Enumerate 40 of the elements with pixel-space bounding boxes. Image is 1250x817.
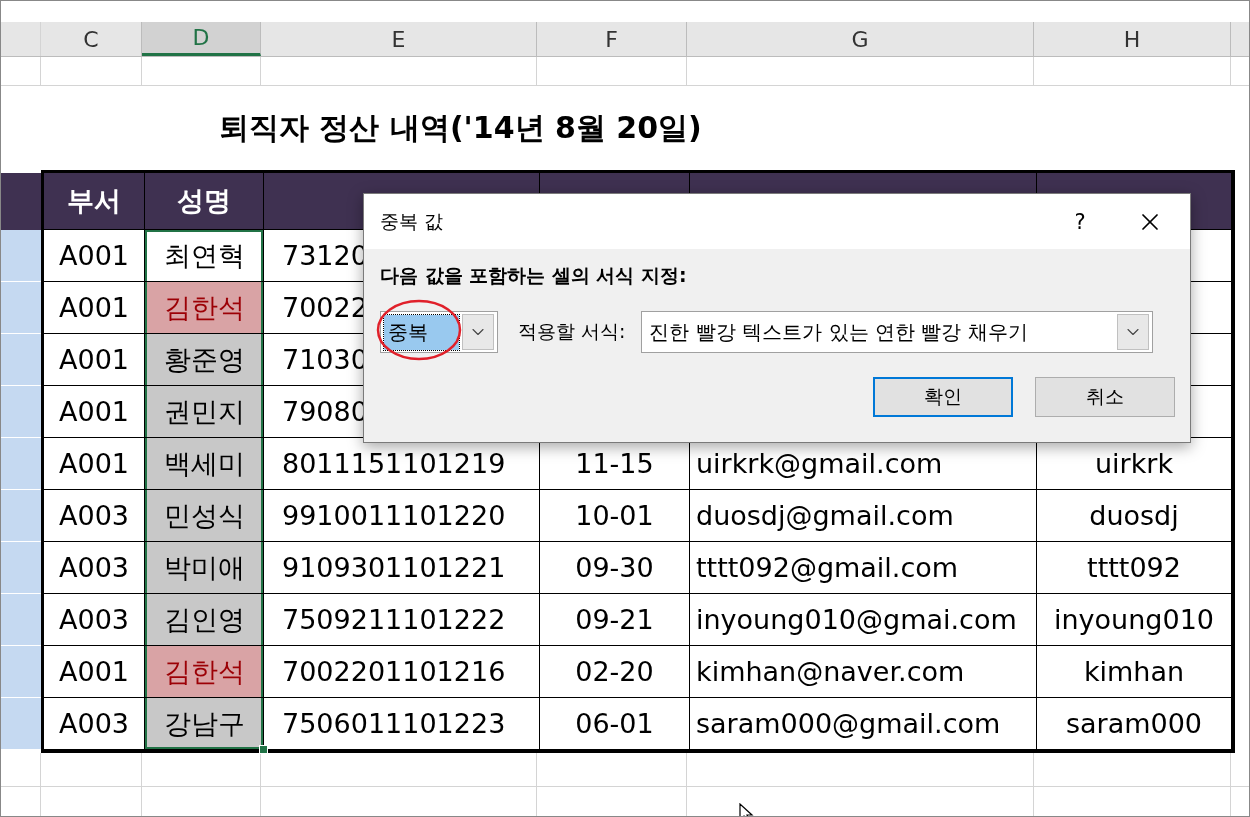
table-cell: 7506011101223	[264, 698, 540, 750]
table-cell: 09-21	[540, 594, 690, 646]
table-cell: 민성식	[145, 490, 264, 542]
table-cell	[1, 173, 41, 230]
table-cell: 김한석	[145, 282, 264, 334]
table-cell: 9910011101220	[264, 490, 540, 542]
table-cell: 김한석	[145, 646, 264, 698]
table-cell: 권민지	[145, 386, 264, 438]
sheet-title: 퇴직자 정산 내역('14년 8월 20일)	[219, 108, 702, 147]
table-cell: kimhan	[1037, 646, 1232, 698]
rule-dropdown[interactable]: 중복	[380, 311, 498, 353]
fill-handle[interactable]	[259, 745, 268, 754]
table-cell: 09-30	[540, 542, 690, 594]
dialog-button[interactable]: 확인	[873, 377, 1013, 417]
table-cell: 10-01	[540, 490, 690, 542]
table-cell: kimhan@naver.com	[690, 646, 1037, 698]
table-cell: 7509211101222	[264, 594, 540, 646]
table-cell: 박미애	[145, 542, 264, 594]
dialog-button[interactable]: 취소	[1035, 377, 1175, 417]
table-cell: saram000@gmail.com	[690, 698, 1037, 750]
table-cell: duosdj@gmail.com	[690, 490, 1037, 542]
table-cell: 06-01	[540, 698, 690, 750]
column-heading: 부서	[44, 173, 145, 230]
table-cell: inyoung010	[1037, 594, 1232, 646]
format-dropdown[interactable]: 진한 빨강 텍스트가 있는 연한 빨강 채우기	[641, 311, 1154, 353]
table-cell: 김인영	[145, 594, 264, 646]
table-cell: 9109301101221	[264, 542, 540, 594]
table-cell: 최연혁	[145, 230, 264, 282]
column-header[interactable]: D	[142, 22, 261, 56]
table-cell: tttt092@gmail.com	[690, 542, 1037, 594]
table-cell: tttt092	[1037, 542, 1232, 594]
table-cell: inyoung010@gmai.com	[690, 594, 1037, 646]
help-button[interactable]: ?	[1050, 194, 1110, 249]
table-cell: duosdj	[1037, 490, 1232, 542]
table-cell: saram000	[1037, 698, 1232, 750]
column-heading: 성명	[145, 173, 264, 230]
table-cell: 백세미	[145, 438, 264, 490]
table-cell: 황준영	[145, 334, 264, 386]
table-cell: 7002201101216	[264, 646, 540, 698]
table-cell: 02-20	[540, 646, 690, 698]
